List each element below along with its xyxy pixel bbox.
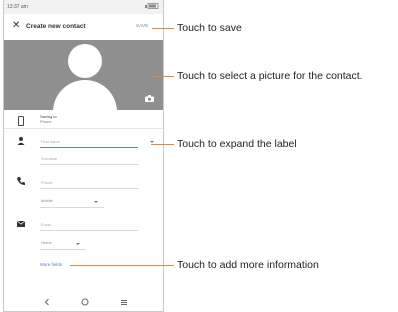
callout-picture: Touch to select a picture for the contac… [177,70,363,82]
expand-name-chevron-icon[interactable] [150,141,154,143]
phone-underline [40,188,138,189]
divider [4,128,163,129]
person-icon [17,137,25,145]
phone-device-icon [18,116,24,126]
callout-expand: Touch to expand the label [177,138,297,150]
surname-field[interactable]: Surname [41,156,57,161]
email-type-chevron-icon[interactable] [76,243,80,245]
email-type-underline [40,249,86,250]
avatar-body [53,80,117,120]
email-underline [40,230,138,231]
close-icon[interactable]: ✕ [12,20,20,32]
account-name[interactable]: Phone [40,119,52,124]
first-name-underline [40,147,138,148]
recent-apps-icon[interactable] [120,298,128,306]
email-type-select[interactable]: Home [41,240,52,245]
phone-icon [17,177,25,186]
home-icon[interactable] [81,298,89,306]
phone-type-select[interactable]: Mobile [41,198,53,203]
avatar-head [68,44,102,78]
email-icon [16,220,26,227]
surname-underline [40,164,138,165]
battery-icon [145,3,159,9]
callout-line-expand [151,144,174,145]
callout-line-more [70,265,174,266]
contact-photo-placeholder[interactable] [4,40,163,120]
save-button[interactable]: SAVE [136,23,148,28]
phone-field[interactable]: Phone [41,180,53,185]
camera-icon[interactable] [145,95,154,102]
status-time: 13:37 am [7,4,28,10]
callout-more: Touch to add more information [177,259,319,271]
page-title: Create new contact [26,23,86,30]
phone-type-underline [40,207,104,208]
first-name-field[interactable]: First name [41,139,60,144]
email-field[interactable]: Email [41,222,51,227]
callout-line-picture [152,76,174,77]
phone-type-chevron-icon[interactable] [94,201,98,203]
callout-line-save [152,28,174,29]
app-bar: ✕ Create new contact SAVE [4,14,163,40]
navigation-bar [4,292,163,311]
more-fields-link[interactable]: More fields [40,262,62,267]
status-bar: 13:37 am [4,0,163,14]
callout-save: Touch to save [177,22,242,34]
back-icon[interactable] [44,298,50,306]
